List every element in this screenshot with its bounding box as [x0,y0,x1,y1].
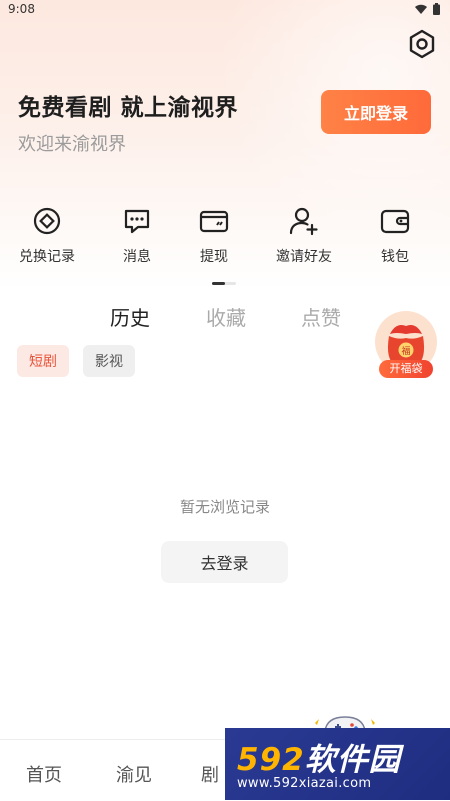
wifi-icon [415,4,427,14]
nav-yujian[interactable]: 渝见 [116,761,152,787]
status-time: 9:08 [8,2,35,16]
lucky-mark: 福 [401,345,410,357]
shortcut-invite-friends[interactable]: 邀请好友 [259,205,349,266]
login-button[interactable]: 立即登录 [321,90,431,134]
promo-subtitle: 欢迎来渝视界 [18,134,126,155]
shortcut-label: 邀请好友 [276,249,332,265]
tab-favorites[interactable]: 收藏 [206,302,246,331]
message-icon [124,209,150,234]
coin-icon [33,207,61,235]
shortcut-withdraw[interactable]: 提现 [169,205,259,266]
status-bar: 9:08 [0,0,450,20]
nav-home[interactable]: 首页 [26,761,62,787]
watermark-url: www.592xiazai.com [237,776,372,791]
promo-title: 免费看剧 就上渝视界 [18,95,239,121]
filter-short-drama[interactable]: 短剧 [17,345,69,377]
shortcut-label: 提现 [200,249,228,265]
empty-state-message: 暂无浏览记录 [179,498,270,516]
card-icon [199,210,229,233]
shortcut-exchange-records[interactable]: 兑换记录 [2,205,92,266]
nav-drama[interactable]: 剧 [201,761,219,787]
tab-likes[interactable]: 点赞 [301,302,341,331]
status-icons [415,3,440,15]
shortcut-wallet[interactable]: 钱包 [350,205,440,266]
shortcut-row: 兑换记录 消息 提现 邀请好友 钱包 [0,205,450,275]
goto-login-button[interactable]: 去登录 [161,541,288,583]
add-user-icon [289,207,318,236]
filter-film-tv[interactable]: 影视 [83,345,135,377]
watermark-banner: 592软件园 www.592xiazai.com [225,728,450,800]
wallet-icon [380,209,410,234]
shortcut-label: 兑换记录 [19,249,75,265]
watermark-number: 592 [237,742,305,778]
lucky-bag-button[interactable]: 福 开福袋 [372,310,440,380]
watermark-text: 软件园 [304,742,401,778]
page-indicator [212,282,236,285]
settings-icon[interactable] [406,28,438,60]
lucky-bag-label: 开福袋 [379,360,433,378]
shortcut-label: 钱包 [381,249,409,265]
battery-icon [433,3,440,15]
tab-history[interactable]: 历史 [110,302,150,331]
watermark-title: 592软件园 [237,734,401,779]
